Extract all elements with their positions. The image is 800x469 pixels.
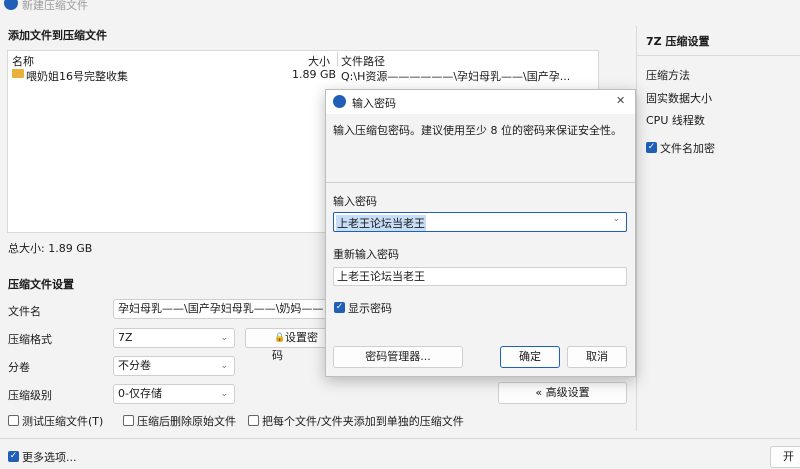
confirm-password-input[interactable]: 上老王论坛当老王 <box>333 267 627 286</box>
set-password-button[interactable]: 🔒 设置密码 <box>245 328 328 362</box>
dialog-description: 输入压缩包密码。建议使用至少 8 位的密码来保证安全性。 <box>333 124 622 137</box>
show-password-checkbox[interactable]: ✓ <box>334 302 345 313</box>
level-value: 0-仅存储 <box>118 387 162 400</box>
volume-label: 分卷 <box>8 361 30 374</box>
advanced-settings-button[interactable]: « 高级设置 <box>498 382 627 404</box>
delete-after-checkbox[interactable] <box>123 415 134 426</box>
password-dialog: 输入密码 ✕ 输入压缩包密码。建议使用至少 8 位的密码来保证安全性。 输入密码… <box>325 89 636 377</box>
method-label: 压缩方法 <box>646 69 690 82</box>
password-value: 上老王论坛当老王 <box>336 215 426 231</box>
filename-label: 文件名 <box>8 305 41 318</box>
more-options-checkbox[interactable]: ✓ <box>8 451 19 462</box>
format-value: 7Z <box>118 331 133 344</box>
encrypt-filenames-checkbox[interactable]: ✓ <box>646 142 657 153</box>
right-panel-title: 7Z 压缩设置 <box>646 35 710 48</box>
window-title: 新建压缩文件 <box>22 0 88 12</box>
right-panel-divider <box>636 26 637 431</box>
test-archive-label: 测试压缩文件(T) <box>22 415 104 428</box>
bottom-divider <box>0 438 800 439</box>
password-label: 输入密码 <box>333 195 377 208</box>
table-row[interactable]: 喂奶姐16号完整收集 1.89 GB Q:\H资源——————\孕妇母乳——\国… <box>8 67 598 83</box>
dialog-title: 输入密码 <box>352 97 396 110</box>
total-size: 总大小: 1.89 GB <box>8 242 93 255</box>
chevron-down-icon: ⌄ <box>220 361 228 371</box>
app-logo-icon <box>4 0 18 10</box>
file-size: 1.89 GB <box>292 68 337 81</box>
chevron-down-icon: ⌄ <box>612 214 620 224</box>
folder-icon <box>12 69 24 78</box>
column-divider <box>337 52 338 66</box>
file-path: Q:\H资源——————\孕妇母乳——\国产孕... <box>341 70 571 83</box>
confirm-password-label: 重新输入密码 <box>333 248 399 261</box>
volume-select[interactable]: 不分卷 ⌄ <box>113 356 235 376</box>
separate-archives-checkbox[interactable] <box>248 415 259 426</box>
start-button[interactable]: 开 <box>770 446 800 468</box>
more-options-label: 更多选项... <box>22 451 77 464</box>
cancel-button[interactable]: 取消 <box>567 346 627 368</box>
right-panel-title-divider <box>637 55 800 56</box>
format-select[interactable]: 7Z ⌄ <box>113 328 235 348</box>
password-select[interactable]: 上老王论坛当老王 ⌄ <box>333 212 627 232</box>
encrypt-filenames-label: 文件名加密 <box>660 142 715 155</box>
dialog-divider <box>326 182 635 183</box>
cpu-threads-label: CPU 线程数 <box>646 114 705 127</box>
password-manager-button[interactable]: 密码管理器... <box>333 346 463 368</box>
volume-value: 不分卷 <box>118 359 151 372</box>
test-archive-checkbox[interactable] <box>8 415 19 426</box>
chevron-down-icon: ⌄ <box>220 333 228 343</box>
solid-size-label: 固实数据大小 <box>646 92 712 105</box>
filename-input[interactable]: 孕妇母乳——\国产孕妇母乳——\奶妈—— <box>113 299 328 319</box>
files-section-title: 添加文件到压缩文件 <box>8 29 107 42</box>
delete-after-label: 压缩后删除原始文件 <box>137 415 236 428</box>
lock-icon: 🔒 <box>274 333 286 343</box>
dialog-app-icon <box>333 95 346 108</box>
show-password-label: 显示密码 <box>348 302 392 315</box>
ok-button[interactable]: 确定 <box>500 346 560 368</box>
separate-archives-label: 把每个文件/文件夹添加到单独的压缩文件 <box>262 415 464 428</box>
settings-section-title: 压缩文件设置 <box>8 278 74 291</box>
close-icon[interactable]: ✕ <box>616 94 625 107</box>
chevron-down-icon: ⌄ <box>220 389 228 399</box>
level-label: 压缩级别 <box>8 389 52 402</box>
level-select[interactable]: 0-仅存储 ⌄ <box>113 384 235 404</box>
format-label: 压缩格式 <box>8 333 52 346</box>
file-name: 喂奶姐16号完整收集 <box>26 70 128 83</box>
